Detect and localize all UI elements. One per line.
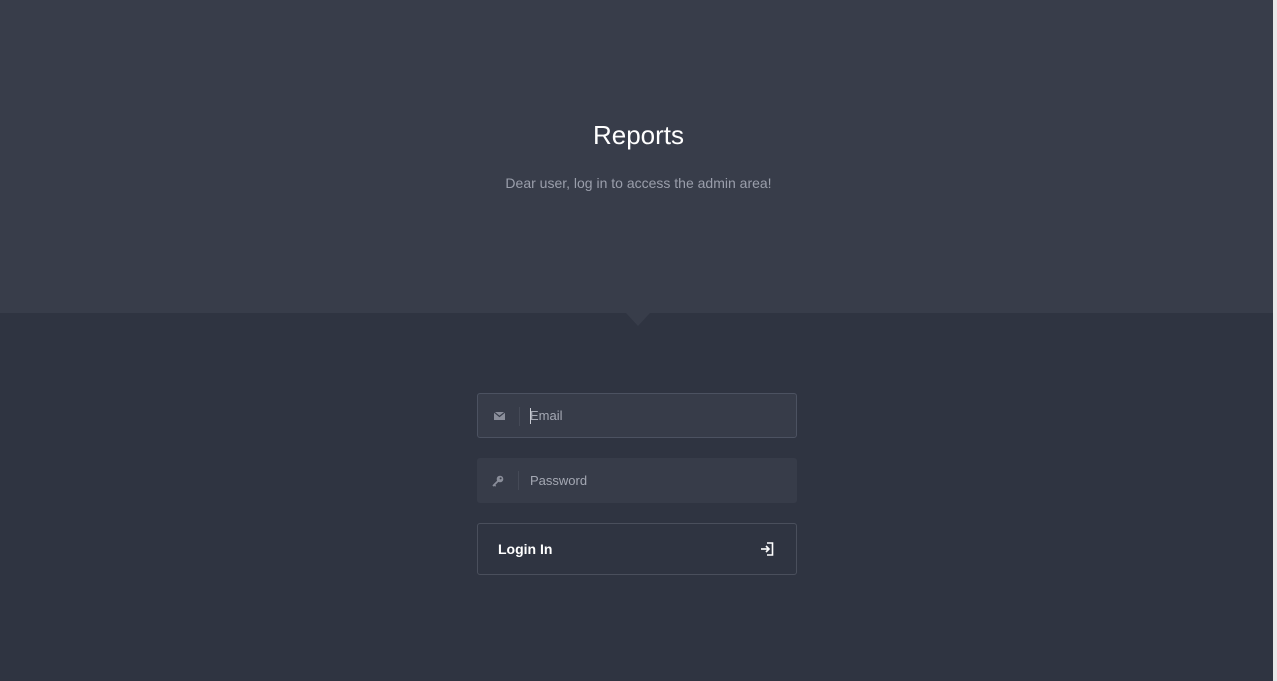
envelope-icon (492, 394, 506, 437)
field-divider (518, 471, 519, 490)
key-icon (491, 458, 505, 503)
password-field-wrapper (477, 458, 797, 503)
login-button-label: Login In (498, 541, 553, 557)
password-input[interactable] (530, 458, 785, 503)
page-subtitle: Dear user, log in to access the admin ar… (505, 175, 772, 191)
email-input[interactable] (530, 394, 785, 437)
field-divider (519, 407, 520, 426)
header-panel: Reports Dear user, log in to access the … (0, 0, 1277, 313)
scrollbar[interactable] (1273, 0, 1277, 681)
login-button[interactable]: Login In (477, 523, 797, 575)
sign-in-icon (760, 542, 774, 556)
email-field-wrapper (477, 393, 797, 438)
login-form: Login In (477, 393, 797, 578)
header-pointer (626, 313, 650, 326)
page-title: Reports (592, 120, 685, 150)
